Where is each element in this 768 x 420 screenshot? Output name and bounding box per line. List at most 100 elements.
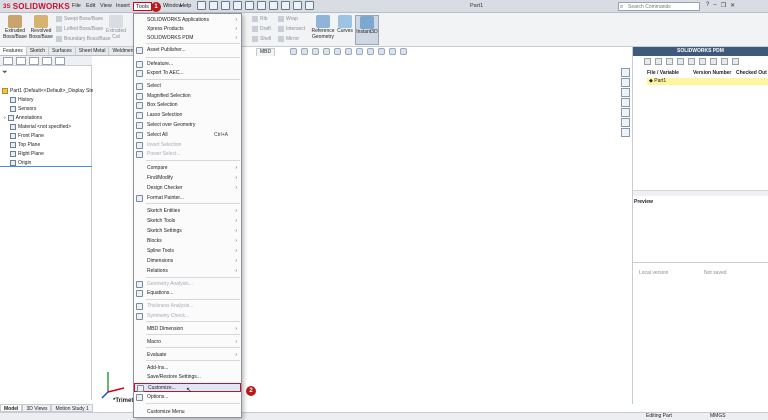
pdm-properties-icon[interactable] <box>710 58 717 65</box>
section-view-icon[interactable] <box>323 48 330 55</box>
col-file-variable[interactable]: File / Variable <box>647 70 693 77</box>
options-gear-icon[interactable] <box>305 1 314 10</box>
intersect-button[interactable]: Intersect <box>278 26 305 32</box>
revolved-boss-button[interactable]: Revolved Boss/Base <box>28 15 54 40</box>
menu-item-relations[interactable]: Relations › <box>134 267 241 276</box>
menu-item-add-ins[interactable]: Add-Ins... <box>134 364 241 373</box>
pdm-get-latest-icon[interactable] <box>677 58 684 65</box>
col-version-number[interactable]: Version Number <box>693 70 736 77</box>
tab-surfaces[interactable]: Surfaces <box>49 47 76 55</box>
menu-item-macro[interactable]: Macro › <box>134 338 241 347</box>
menu-item-asset-publisher[interactable]: Asset Publisher... <box>134 46 241 55</box>
menu-item-power-select[interactable]: Power Select... <box>134 150 241 159</box>
dynamic-annotation-icon[interactable] <box>334 48 341 55</box>
boundary-boss-button[interactable]: Boundary Boss/Base <box>56 36 111 42</box>
mirror-button[interactable]: Mirror <box>278 36 299 42</box>
search-commands-input[interactable]: ⌕ Search Commands <box>618 2 700 11</box>
help-icon[interactable]: ? <box>706 2 709 9</box>
funnel-icon[interactable]: ⏷ <box>2 69 8 77</box>
pdm-refresh-icon[interactable] <box>644 58 651 65</box>
draft-button[interactable]: Draft <box>252 26 271 32</box>
tab-sheet-metal[interactable]: Sheet Metal <box>76 47 110 55</box>
menu-item-box-selection[interactable]: Box Selection <box>134 101 241 110</box>
menu-item-sketch-tools[interactable]: Sketch Tools › <box>134 217 241 226</box>
pdm-check-out-icon[interactable] <box>666 58 673 65</box>
menu-item-geometry-analysis[interactable]: Geometry Analysis... <box>134 280 241 289</box>
zoom-fit-icon[interactable] <box>290 48 297 55</box>
menu-insert[interactable]: Insert <box>114 2 132 11</box>
tree-item-material[interactable]: Material <not specified> <box>10 124 71 130</box>
pdm-file-row[interactable]: ◆ Part1 <box>647 78 768 85</box>
menu-item-format-painter[interactable]: Format Painter... <box>134 194 241 203</box>
save-icon[interactable] <box>233 1 242 10</box>
menu-item-spline-tools[interactable]: Spline Tools › <box>134 247 241 256</box>
menu-item-select-all[interactable]: Select All Ctrl+A <box>134 131 241 140</box>
display-style-icon[interactable] <box>356 48 363 55</box>
tree-item-top-plane[interactable]: Top Plane <box>10 142 40 148</box>
appearances-tab-icon[interactable] <box>621 118 630 127</box>
menu-item-solidworks-applications[interactable]: SOLIDWORKS Applications › <box>134 16 241 25</box>
view-orientation-icon[interactable] <box>345 48 352 55</box>
menu-item-xpress-products[interactable]: Xpress Products › <box>134 25 241 34</box>
menu-item-mbd-dimension[interactable]: MBD Dimension › <box>134 325 241 334</box>
solidworks-logo[interactable]: 3S SOLIDWORKS <box>3 1 70 12</box>
tab-3d-views[interactable]: 3D Views <box>22 404 52 412</box>
zoom-area-icon[interactable] <box>301 48 308 55</box>
restore-icon[interactable]: ❐ <box>721 2 726 9</box>
menu-item-defeature[interactable]: Defeature... <box>134 60 241 69</box>
home-tab-icon[interactable] <box>621 68 630 77</box>
hide-show-icon[interactable] <box>367 48 374 55</box>
new-document-icon[interactable] <box>209 1 218 10</box>
wrap-button[interactable]: Wrap <box>278 16 298 22</box>
tab-features[interactable]: Features <box>0 47 27 55</box>
minimize-icon[interactable]: – <box>713 2 716 9</box>
swept-boss-button[interactable]: Swept Boss/Base <box>56 16 103 22</box>
pdm-undo-checkout-icon[interactable] <box>688 58 695 65</box>
design-library-tab-icon[interactable] <box>621 88 630 97</box>
tree-item-annotations[interactable]: › Annotations <box>4 115 42 121</box>
menu-item-equations[interactable]: Equations... <box>134 289 241 298</box>
reference-geometry-button[interactable]: Reference Geometry <box>311 15 335 40</box>
menu-help[interactable]: Help <box>178 2 193 11</box>
tree-item-history[interactable]: History <box>10 97 34 103</box>
home-icon[interactable] <box>197 1 206 10</box>
menu-item-symmetry-check[interactable]: Symmetry Check... <box>134 312 241 321</box>
open-icon[interactable] <box>221 1 230 10</box>
scene-icon[interactable] <box>389 48 396 55</box>
menu-item-select-over-geometry[interactable]: Select over Geometry <box>134 121 241 130</box>
resources-tab-icon[interactable] <box>621 78 630 87</box>
menu-item-sketch-entities[interactable]: Sketch Entities › <box>134 207 241 216</box>
tree-root-part[interactable]: Part1 (Default<<Default>_Display Ste <box>2 88 94 94</box>
menu-item-dimensions[interactable]: Dimensions › <box>134 257 241 266</box>
file-explorer-tab-icon[interactable] <box>621 98 630 107</box>
menu-item-options[interactable]: Options... <box>134 393 241 402</box>
rollback-bar[interactable] <box>0 166 92 167</box>
close-icon[interactable]: ✕ <box>730 2 735 9</box>
tab-sketch[interactable]: Sketch <box>27 47 50 55</box>
menu-tools[interactable]: Tools <box>133 2 152 11</box>
menu-edit[interactable]: Edit <box>84 2 97 11</box>
expand-arrow-icon[interactable]: › <box>4 115 6 121</box>
menu-item-customize-menu[interactable]: Customize Menu <box>134 408 241 417</box>
feature-tree-tab-icon[interactable] <box>3 57 13 65</box>
pdm-change-state-icon[interactable] <box>699 58 706 65</box>
print-icon[interactable] <box>245 1 254 10</box>
extruded-boss-button[interactable]: Extruded Boss/Base <box>2 15 28 40</box>
configuration-manager-tab-icon[interactable] <box>29 57 39 65</box>
menu-item-export-to-aec[interactable]: Export To AEC... <box>134 69 241 78</box>
tree-item-right-plane[interactable]: Right Plane <box>10 151 44 157</box>
rebuild-icon[interactable] <box>281 1 290 10</box>
instant3d-button[interactable]: Instant3D <box>355 15 379 45</box>
menu-item-thickness-analysis[interactable]: Thickness Analysis... <box>134 302 241 311</box>
menu-item-design-checker[interactable]: Design Checker › <box>134 184 241 193</box>
rib-button[interactable]: Rib <box>252 16 268 22</box>
units-selector[interactable]: MMGS <box>710 413 726 419</box>
menu-item-invert-selection[interactable]: Invert Selection <box>134 141 241 150</box>
pdm-more-icon[interactable] <box>732 58 739 65</box>
menu-item-evaluate[interactable]: Evaluate › <box>134 351 241 360</box>
lofted-boss-button[interactable]: Lofted Boss/Base <box>56 26 103 32</box>
edit-appearance-icon[interactable] <box>378 48 385 55</box>
shell-button[interactable]: Shell <box>252 36 271 42</box>
col-checked-out-by[interactable]: Checked Out B <box>736 70 768 77</box>
menu-item-compare[interactable]: Compare › <box>134 164 241 173</box>
